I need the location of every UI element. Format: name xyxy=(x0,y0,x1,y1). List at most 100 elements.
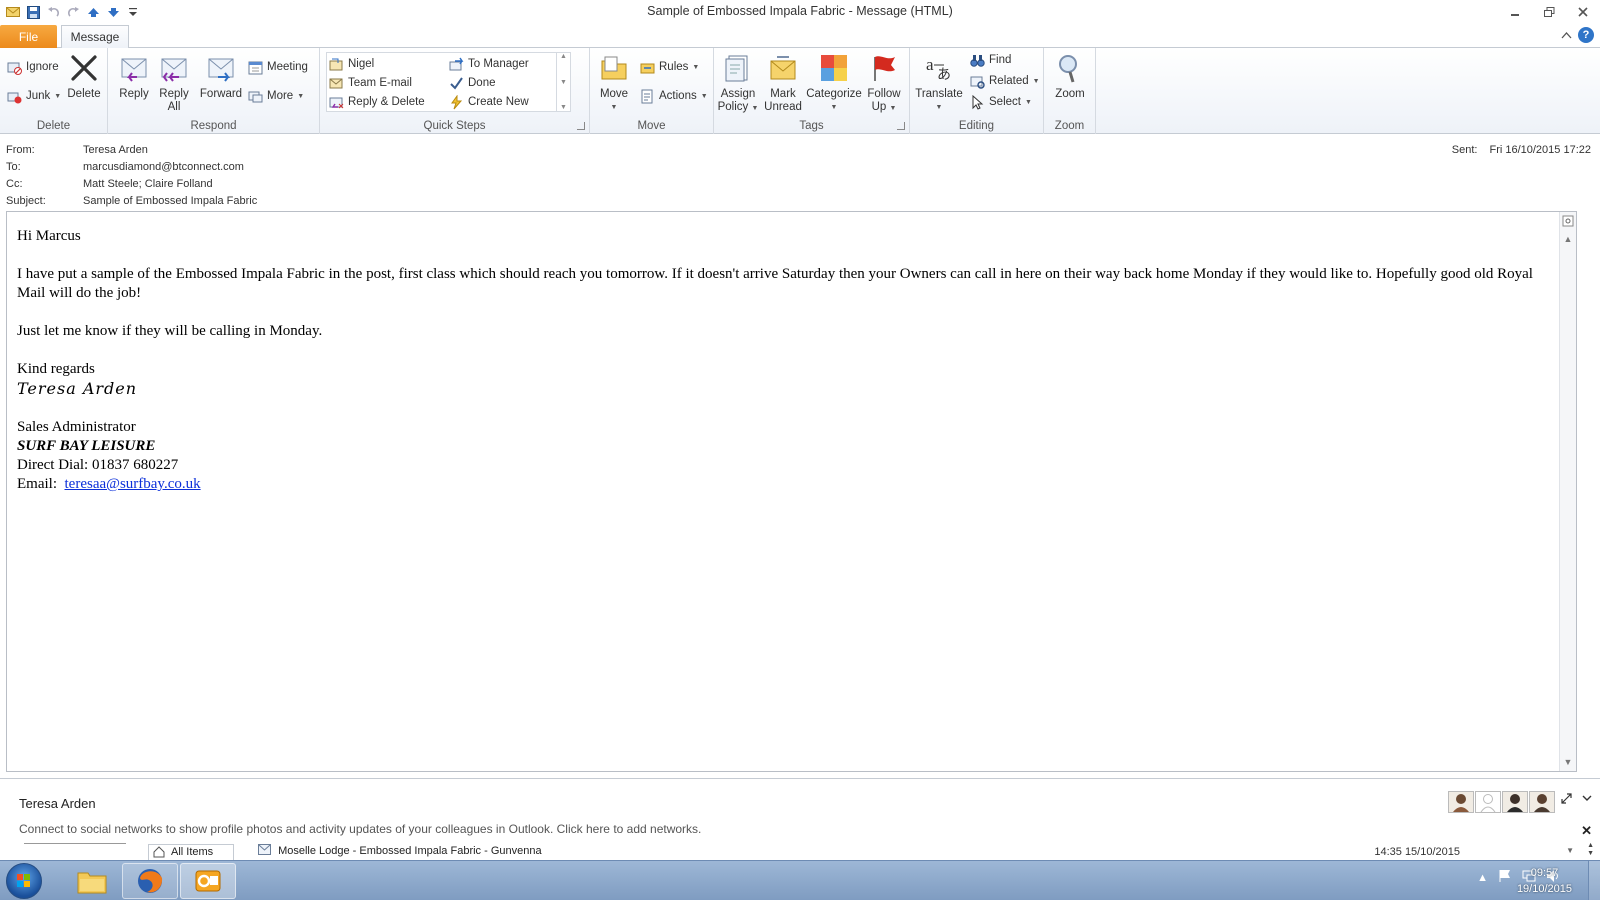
find-button[interactable]: Find xyxy=(970,51,1011,69)
chevron-down-icon[interactable] xyxy=(1582,793,1592,807)
tab-message[interactable]: Message xyxy=(61,25,129,48)
email-link[interactable]: teresaa@surfbay.co.uk xyxy=(65,476,201,492)
group-label-quick-steps: Quick Steps xyxy=(423,120,486,132)
avatar[interactable] xyxy=(1529,791,1555,813)
all-items-tab[interactable]: All Items xyxy=(148,844,235,860)
delete-button[interactable]: Delete xyxy=(66,52,102,101)
quick-steps-scroll[interactable]: ▲ ▼ ▼ xyxy=(556,53,570,111)
select-button[interactable]: Select ▼ xyxy=(970,93,1032,111)
follow-up-button[interactable]: Follow Up ▼ xyxy=(864,52,904,115)
quick-step-create-new[interactable]: Create New xyxy=(449,93,529,111)
zoom-button[interactable]: Zoom xyxy=(1050,52,1090,101)
close-icon[interactable]: ✕ xyxy=(1581,823,1592,839)
categorize-button[interactable]: Categorize ▼ xyxy=(806,52,862,114)
minimize-button[interactable] xyxy=(1498,0,1532,24)
expand-gallery-icon[interactable]: ▼ xyxy=(560,104,567,111)
checkmark-icon xyxy=(449,76,464,91)
assign-policy-button[interactable]: Assign Policy ▼ xyxy=(716,52,760,115)
to-value[interactable]: marcusdiamond@btconnect.com xyxy=(83,161,244,177)
chevron-down-icon[interactable]: ▼ xyxy=(1566,846,1574,855)
taskbar-outlook[interactable] xyxy=(180,863,236,899)
title-bar: Sample of Embossed Impala Fabric - Messa… xyxy=(0,0,1600,24)
quick-step-team-email[interactable]: Team E-mail xyxy=(329,74,412,92)
outlook-icon xyxy=(195,870,221,892)
chevron-down-icon: ▼ xyxy=(1032,77,1040,85)
scroll-up-icon[interactable]: ▲ xyxy=(1562,233,1574,245)
minimize-ribbon-icon[interactable] xyxy=(1561,28,1572,42)
greeting: Hi Marcus xyxy=(17,228,81,244)
avatar[interactable] xyxy=(1502,791,1528,813)
rules-icon xyxy=(640,60,655,75)
undo-icon[interactable] xyxy=(46,5,60,19)
recent-mail-date: 14:35 15/10/2015 xyxy=(1374,846,1460,858)
move-group: Move ▼ Rules ▼ Actions ▼ Move xyxy=(590,48,714,134)
team-email-icon xyxy=(329,76,344,91)
quick-step-to-manager[interactable]: To Manager xyxy=(449,55,529,73)
quick-access-toolbar xyxy=(0,0,140,24)
translate-button[interactable]: aあ Translate ▼ xyxy=(914,52,964,114)
translate-icon: aあ xyxy=(923,52,955,84)
quick-steps-gallery: Nigel To Manager Team E-mail Done Reply … xyxy=(326,52,571,112)
message-header: From: Teresa Arden To: marcusdiamond@btc… xyxy=(0,139,1600,211)
from-value[interactable]: Teresa Arden xyxy=(83,144,148,160)
action-center-flag-icon[interactable] xyxy=(1498,869,1512,886)
people-avatars xyxy=(1448,791,1555,813)
group-label-tags: Tags xyxy=(799,120,824,132)
customize-toolbar-icon[interactable] xyxy=(126,5,140,19)
magnifier-icon xyxy=(1054,52,1086,84)
restore-button[interactable] xyxy=(1532,0,1566,24)
windows-logo-icon xyxy=(17,874,30,887)
help-icon[interactable]: ? xyxy=(1578,27,1594,43)
meeting-button[interactable]: Meeting xyxy=(248,58,308,76)
tags-group: Assign Policy ▼ Mark Unread Categorize ▼… xyxy=(714,48,910,134)
recent-mail-item[interactable]: Moselle Lodge - Embossed Impala Fabric -… xyxy=(258,844,542,858)
respond-group: Reply Reply All Forward Meeting More ▼ R… xyxy=(108,48,320,134)
rules-button[interactable]: Rules ▼ xyxy=(640,58,699,76)
reply-all-button[interactable]: Reply All xyxy=(154,52,194,114)
related-icon xyxy=(970,74,985,89)
reply-button[interactable]: Reply xyxy=(114,52,154,101)
vertical-scrollbar[interactable]: ▲ ▼ xyxy=(1559,212,1576,771)
binoculars-icon xyxy=(970,53,985,68)
bottom-item-strip: All Items Moselle Lodge - Embossed Impal… xyxy=(0,841,1600,860)
mark-unread-button[interactable]: Mark Unread xyxy=(762,52,804,114)
actions-button[interactable]: Actions ▼ xyxy=(640,87,708,105)
quick-step-reply-delete[interactable]: Reply & Delete xyxy=(329,93,425,111)
ignore-button[interactable]: Ignore xyxy=(7,58,59,76)
related-button[interactable]: Related ▼ xyxy=(970,72,1040,90)
next-item-icon[interactable] xyxy=(106,5,120,19)
scroll-arrows-icon[interactable]: ▲ ▼ xyxy=(1587,842,1594,858)
quick-step-nigel[interactable]: Nigel xyxy=(329,55,374,73)
cc-value[interactable]: Matt Steele; Claire Folland xyxy=(83,178,213,194)
redo-icon[interactable] xyxy=(66,5,80,19)
gear-icon[interactable] xyxy=(1562,215,1574,227)
people-pane-name[interactable]: Teresa Arden xyxy=(19,796,96,811)
tray-expand-icon[interactable]: ▲ xyxy=(1477,872,1488,884)
group-label-move: Move xyxy=(637,120,666,132)
scroll-down-icon[interactable]: ▼ xyxy=(560,79,567,86)
taskbar-firefox[interactable] xyxy=(122,863,178,899)
expand-icon[interactable] xyxy=(1561,793,1572,807)
show-desktop-button[interactable] xyxy=(1588,861,1600,900)
avatar[interactable] xyxy=(1475,791,1501,813)
scroll-up-icon[interactable]: ▲ xyxy=(560,53,567,60)
move-button[interactable]: Move ▼ xyxy=(596,52,632,114)
previous-item-icon[interactable] xyxy=(86,5,100,19)
chevron-down-icon: ▼ xyxy=(700,92,708,100)
forward-button[interactable]: Forward xyxy=(199,52,243,101)
tab-file[interactable]: File xyxy=(0,25,57,48)
scroll-down-icon[interactable]: ▼ xyxy=(1562,756,1574,768)
window-title: Sample of Embossed Impala Fabric - Messa… xyxy=(647,4,953,18)
quick-step-done[interactable]: Done xyxy=(449,74,496,92)
taskbar-explorer[interactable] xyxy=(64,863,120,899)
save-icon[interactable] xyxy=(26,5,40,19)
close-window-button[interactable] xyxy=(1566,0,1600,24)
avatar[interactable] xyxy=(1448,791,1474,813)
taskbar-clock[interactable]: 09:57 19/10/2015 xyxy=(1517,865,1572,897)
junk-button[interactable]: Junk ▼ xyxy=(7,87,61,105)
start-button[interactable] xyxy=(6,863,42,899)
connect-social-link[interactable]: Connect to social networks to show profi… xyxy=(19,822,701,836)
zoom-group: Zoom Zoom xyxy=(1044,48,1096,134)
more-respond-button[interactable]: More ▼ xyxy=(248,87,304,105)
clock-date: 19/10/2015 xyxy=(1516,883,1572,895)
